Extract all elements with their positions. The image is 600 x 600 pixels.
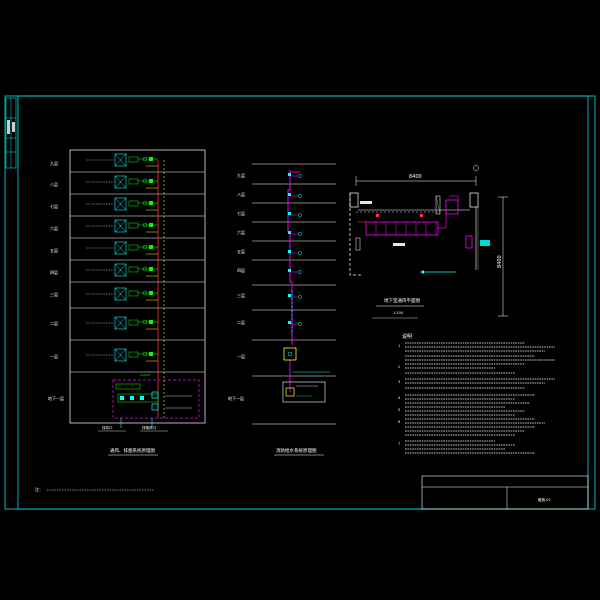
room-label-mark	[360, 201, 372, 204]
cad-drawing-sheet: 九层 八层 七层 六层 五层 四层 三层 二层 一层 地下一层 排风口 排烟风口…	[0, 0, 600, 600]
middle-floor-label: 四层	[237, 267, 245, 273]
left-floor-label: 六层	[50, 225, 58, 231]
side-outlet	[480, 240, 490, 246]
middle-floor-label: 五层	[237, 248, 245, 254]
drawing-number: 暖施-01	[538, 497, 551, 502]
middle-floor-label: 九层	[237, 172, 245, 178]
note-number: 1	[398, 344, 400, 348]
bottom-note-prefix: 注：	[35, 486, 43, 492]
riser-fitting	[288, 269, 291, 272]
left-floor-label: 八层	[50, 181, 58, 187]
riser-fitting	[288, 321, 291, 324]
dimension-right-label: 8400	[497, 255, 503, 268]
riser-fitting	[288, 294, 291, 297]
riser-fitting	[288, 231, 291, 234]
note-number: 3	[398, 380, 400, 384]
riser-fitting	[288, 173, 291, 176]
riser-fitting	[288, 212, 291, 215]
middle-floor-label: 七层	[237, 210, 245, 216]
notes-heading: 说明	[402, 333, 412, 340]
middle-floor-label: 地下一层	[228, 395, 244, 401]
middle-floor-label: 二层	[237, 319, 245, 325]
middle-floor-label: 六层	[237, 229, 245, 235]
note-number: 2	[398, 365, 400, 369]
left-diagram-title: 通风、排烟系统原理图	[110, 447, 155, 454]
riser-fitting	[288, 193, 291, 196]
note-number: 6	[398, 420, 400, 424]
plan-title: 地下室通风平面图	[384, 297, 420, 304]
sheet-background	[0, 0, 600, 600]
left-floor-label: 七层	[50, 203, 58, 209]
left-floor-label: 地下一层	[48, 395, 64, 401]
middle-floor-label: 三层	[237, 292, 245, 298]
damper-mark	[376, 214, 379, 217]
dimension-top-label: 8400	[409, 174, 422, 180]
left-floor-label: 四层	[50, 269, 58, 275]
room-label-mark	[393, 243, 405, 246]
note-number: 5	[398, 408, 400, 412]
middle-floor-label: 一层	[237, 353, 245, 359]
left-floor-label: 五层	[50, 247, 58, 253]
left-floor-label: 二层	[50, 320, 58, 326]
left-floor-label: 一层	[50, 353, 58, 359]
left-floor-label: 九层	[50, 160, 58, 166]
bottom-label-smoke: 排烟风口	[142, 425, 156, 430]
damper-mark	[420, 214, 423, 217]
riser-fitting	[288, 250, 291, 253]
middle-floor-label: 八层	[237, 191, 245, 197]
bottom-label-exhaust: 排风口	[102, 425, 113, 430]
left-floor-label: 三层	[50, 291, 58, 297]
plan-scale: 1:100	[393, 311, 403, 315]
note-number: 7	[398, 442, 400, 446]
middle-diagram-title: 消防给水系统原理图	[276, 447, 317, 454]
